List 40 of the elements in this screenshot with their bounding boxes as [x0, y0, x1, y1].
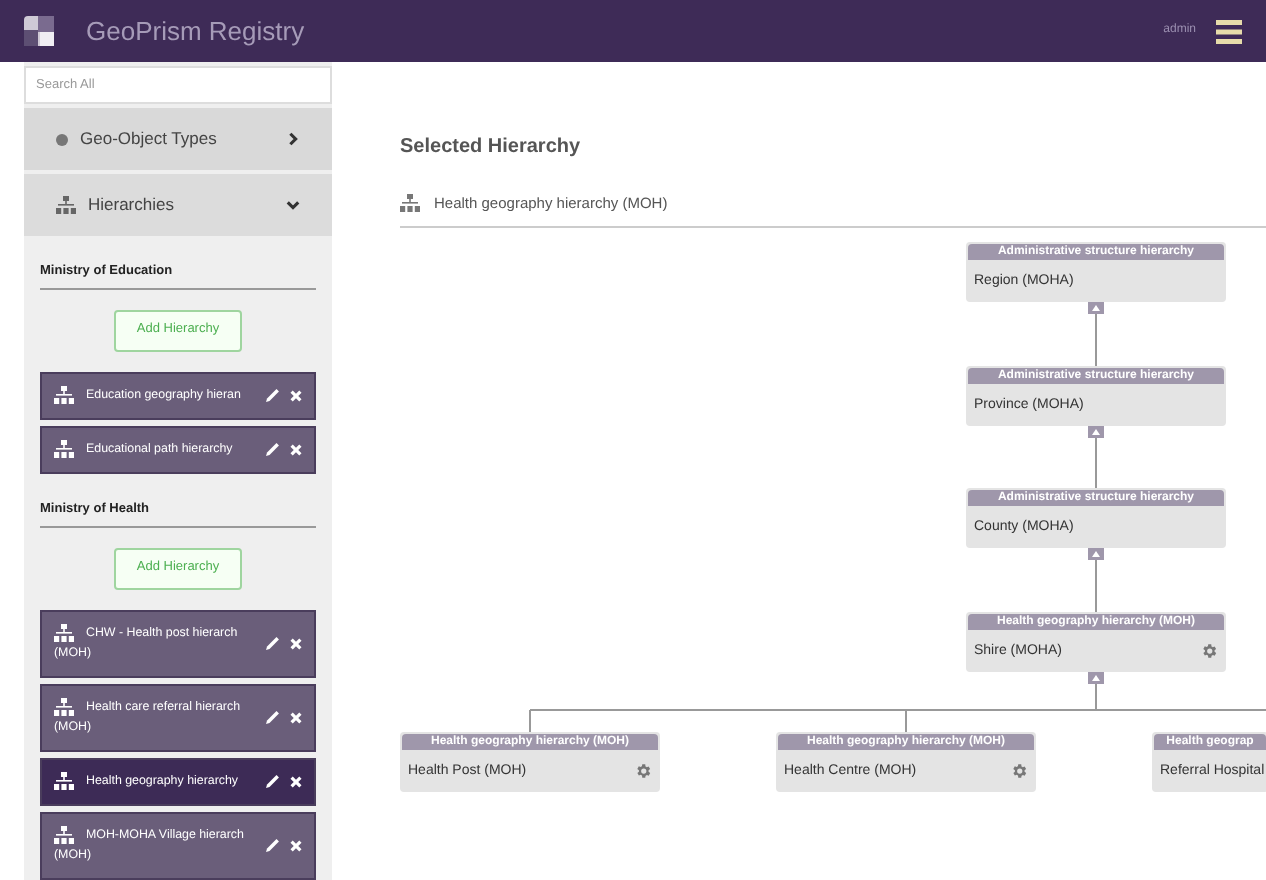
pencil-icon[interactable]	[266, 388, 280, 403]
nav-label: Hierarchies	[88, 192, 174, 218]
gear-icon[interactable]	[1010, 762, 1028, 781]
hierarchy-icon	[54, 440, 74, 459]
close-icon[interactable]	[290, 775, 302, 787]
hierarchy-icon	[54, 386, 74, 405]
close-icon[interactable]	[290, 711, 302, 723]
close-icon[interactable]	[290, 637, 302, 649]
pencil-icon[interactable]	[266, 774, 280, 788]
nav-label: Geo-Object Types	[80, 126, 217, 152]
hierarchy-icon	[54, 698, 74, 716]
hierarchy-icon	[56, 196, 76, 214]
menu-icon[interactable]	[1216, 19, 1242, 43]
collapse-icon[interactable]	[1088, 672, 1104, 685]
hierarchy-icon	[54, 624, 74, 642]
close-icon[interactable]	[290, 443, 302, 456]
hierarchy-icon	[400, 194, 420, 213]
chevron-down-icon	[286, 198, 300, 212]
nav-section[interactable]: Geo-Object Types	[24, 108, 332, 170]
collapse-icon[interactable]	[1088, 426, 1104, 439]
close-icon[interactable]	[290, 839, 302, 851]
app-title[interactable]: GeoPrism Registry	[86, 11, 305, 51]
chevron-right-icon	[286, 132, 300, 146]
pencil-icon[interactable]	[266, 442, 280, 457]
nav-section[interactable]: Hierarchies	[24, 174, 332, 236]
hierarchy-icon	[54, 772, 74, 790]
pencil-icon[interactable]	[266, 710, 280, 724]
connector-line	[1095, 559, 1097, 614]
collapse-icon[interactable]	[1088, 548, 1104, 561]
pencil-icon[interactable]	[266, 838, 280, 852]
close-icon[interactable]	[290, 389, 302, 402]
collapse-icon[interactable]	[1088, 302, 1104, 315]
gear-icon[interactable]	[1200, 642, 1218, 661]
gear-icon[interactable]	[634, 762, 652, 781]
hierarchy-icon	[54, 826, 74, 844]
connector-line	[1095, 437, 1097, 490]
connector-line	[1095, 313, 1097, 368]
logo-icon[interactable]	[24, 16, 54, 46]
pencil-icon[interactable]	[266, 636, 280, 650]
page-title: Selected Hierarchy	[400, 134, 583, 162]
